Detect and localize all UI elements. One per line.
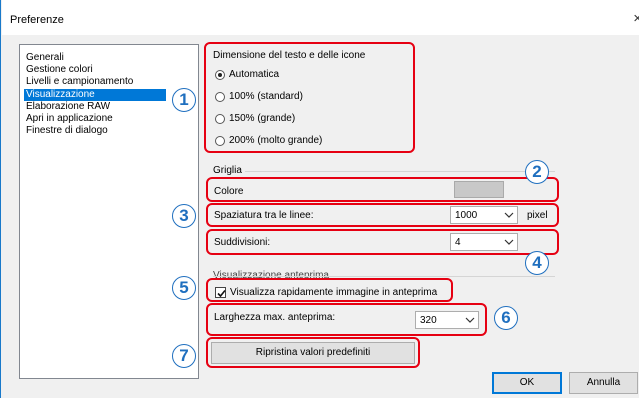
category-item-visualizzazione[interactable]: Visualizzazione [24,89,166,101]
category-item-livelli[interactable]: Livelli e campionamento [24,76,135,88]
grid-heading: Griglia [213,165,242,176]
window-title: Preferenze [10,14,64,26]
category-item-elaborazione-raw[interactable]: Elaborazione RAW [24,101,112,113]
callout-5: 5 [172,276,196,300]
close-icon[interactable]: × [633,10,639,27]
grid-group-line [245,171,555,172]
preview-group-line [213,276,555,277]
highlight-box-grid-spacing [206,203,559,227]
highlight-box-grid-subdivisions [206,229,559,255]
highlight-box-preview-width [206,303,487,336]
callout-1: 1 [172,88,196,112]
category-item-generali[interactable]: Generali [24,52,66,64]
callout-2: 2 [525,160,549,184]
highlight-box-quick-preview [206,278,453,302]
highlight-box-grid-color [206,177,559,202]
category-item-finestre-di-dialogo[interactable]: Finestre di dialogo [24,125,110,137]
callout-4: 4 [525,251,549,275]
highlight-box-reset [206,337,420,368]
callout-3: 3 [172,204,196,228]
callout-7: 7 [172,344,196,368]
cancel-button[interactable]: Annulla [569,372,638,394]
category-item-gestione-colori[interactable]: Gestione colori [24,64,95,76]
highlight-box-text-size [204,42,415,153]
category-item-apri-in-applicazione[interactable]: Apri in applicazione [24,113,115,125]
ok-button[interactable]: OK [492,372,562,394]
preferences-dialog: Preferenze × Generali Gestione colori Li… [0,0,639,398]
callout-6: 6 [494,306,518,330]
title-bar: Preferenze × [2,0,639,35]
